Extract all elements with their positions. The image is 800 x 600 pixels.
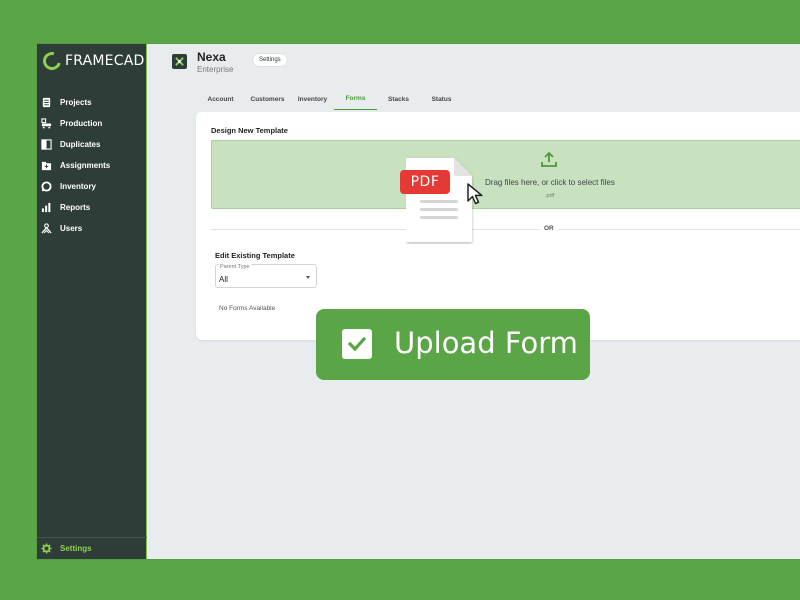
tab-status[interactable]: Status [420,88,463,110]
tab-customers[interactable]: Customers [244,88,291,110]
upload-form-toast: Upload Form [316,309,590,380]
sidebar-item-duplicates[interactable]: Duplicates [37,134,147,155]
tab-inventory[interactable]: Inventory [291,88,334,110]
parent-type-value: All [219,275,228,284]
toast-label: Upload Form [394,326,578,360]
parent-type-select[interactable]: Parent Type All [215,264,317,288]
sidebar-item-settings[interactable]: Settings [37,537,147,559]
document-icon [42,97,51,108]
sidebar-item-label: Inventory [60,182,97,191]
logo-text: FRAMECAD [65,53,145,69]
sidebar-item-label: Projects [60,98,92,107]
folder-add-icon [41,161,52,171]
mouse-pointer-icon [467,183,483,205]
sidebar-item-assignments[interactable]: Assignments [37,155,147,176]
tab-bar: Account Customers Inventory Forms Stacks… [197,88,463,110]
chevron-down-icon [306,276,310,279]
sidebar-item-label: Users [60,224,83,233]
tab-account[interactable]: Account [197,88,244,110]
dropzone-file-type: .pdf [545,193,555,199]
checkbox-checked-icon [342,329,372,359]
users-icon [41,223,52,234]
gear-icon [41,543,52,554]
inventory-icon [41,181,52,192]
tab-stacks[interactable]: Stacks [377,88,420,110]
sidebar-settings-label: Settings [60,544,92,553]
sidebar-item-inventory[interactable]: Inventory [37,176,147,197]
duplicate-icon [41,139,52,150]
sidebar-item-label: Assignments [60,161,111,170]
sidebar-item-label: Duplicates [60,140,101,149]
company-logo-icon [172,54,187,69]
or-divider [211,229,800,230]
bar-chart-icon [41,202,51,213]
app-window: FRAMECAD Projects Production Duplicates … [37,44,800,559]
logo-ring-icon [39,48,65,74]
file-dropzone[interactable]: Drag files here, or click to select file… [211,140,800,209]
sidebar-item-label: Production [60,119,103,128]
company-settings-button[interactable]: Settings [253,54,287,66]
edit-template-heading: Edit Existing Template [215,251,295,260]
design-template-heading: Design New Template [211,126,288,135]
sidebar: FRAMECAD Projects Production Duplicates … [37,44,147,559]
sidebar-item-users[interactable]: Users [37,218,147,239]
sidebar-item-label: Reports [60,203,91,212]
sidebar-nav: Projects Production Duplicates Assignmen… [37,92,147,239]
empty-forms-message: No Forms Available [219,305,276,312]
company-name: Nexa [197,50,226,64]
sidebar-item-projects[interactable]: Projects [37,92,147,113]
sidebar-item-reports[interactable]: Reports [37,197,147,218]
tab-forms[interactable]: Forms [334,88,377,110]
framecad-logo: FRAMECAD [39,48,145,74]
parent-type-label: Parent Type [219,264,251,270]
dropzone-instructions: Drag files here, or click to select file… [485,178,615,187]
forms-card: Design New Template Drag files here, or … [196,112,800,340]
sidebar-item-production[interactable]: Production [37,113,147,134]
or-label: OR [540,225,558,232]
pdf-badge: PDF [400,170,450,194]
upload-icon [541,151,557,167]
production-icon [41,118,52,129]
company-subtitle: Enterprise [197,65,234,74]
